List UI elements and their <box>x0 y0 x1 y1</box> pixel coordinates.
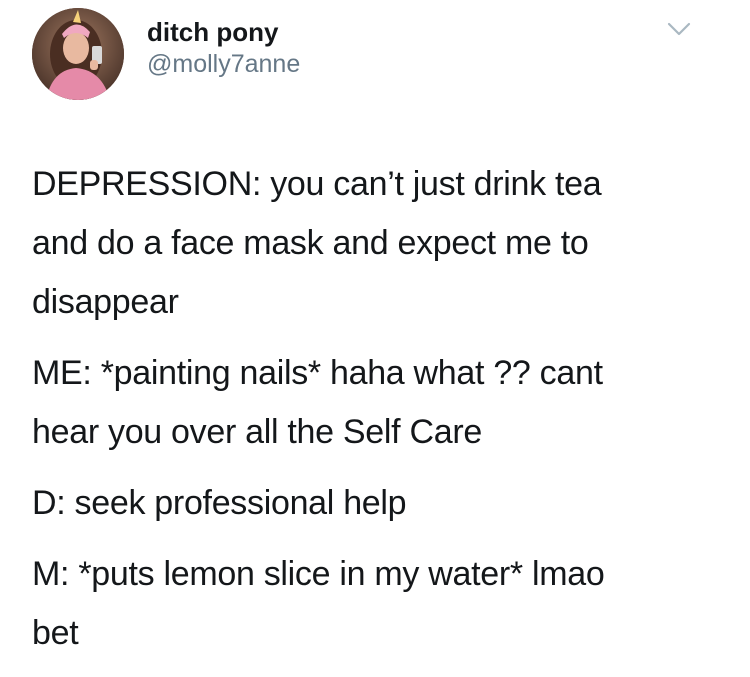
tweet-line: M: *puts lemon slice in my water* lmao <box>32 555 605 593</box>
avatar[interactable] <box>32 8 124 100</box>
chevron-down-icon[interactable] <box>664 14 694 44</box>
tweet-paragraph: DEPRESSION: you can’t just drink tea and… <box>32 155 722 332</box>
tweet-paragraph: M: *puts lemon slice in my water* lmao b… <box>32 545 722 663</box>
tweet-paragraph: ME: *painting nails* haha what ?? cant h… <box>32 344 722 462</box>
author-display-name[interactable]: ditch pony <box>147 16 300 48</box>
tweet-line: ME: *painting nails* haha what ?? cant <box>32 354 603 392</box>
tweet-line: disappear <box>32 283 179 321</box>
tweet-text: DEPRESSION: you can’t just drink tea and… <box>32 155 722 663</box>
tweet-line: and do a face mask and expect me to <box>32 224 589 262</box>
tweet-line: DEPRESSION: you can’t just drink tea <box>32 165 602 203</box>
tweet-card: ditch pony @molly7anne DEPRESSION: you c… <box>0 0 750 677</box>
author-names: ditch pony @molly7anne <box>147 16 300 80</box>
profile-avatar-icon <box>32 8 124 100</box>
tweet-line: hear you over all the Self Care <box>32 413 482 451</box>
author-handle[interactable]: @molly7anne <box>147 48 300 80</box>
tweet-line: bet <box>32 614 79 652</box>
tweet-header: ditch pony @molly7anne <box>32 8 732 100</box>
tweet-line: D: seek professional help <box>32 484 407 522</box>
tweet-paragraph: D: seek professional help <box>32 474 722 533</box>
